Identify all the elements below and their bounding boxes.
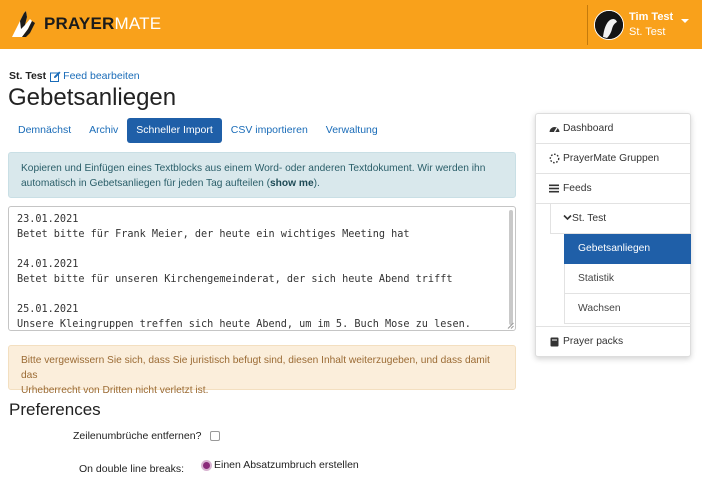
- remove-linebreaks-row: Zeilenumbrüche entfernen?: [73, 430, 221, 442]
- sidebar-item-groups[interactable]: PrayerMate Gruppen: [536, 144, 690, 174]
- sidebar-item-grow[interactable]: Wachsen: [564, 294, 691, 324]
- sidebar-item-label: PrayerMate Gruppen: [563, 153, 660, 164]
- tab-csv-import[interactable]: CSV importieren: [222, 118, 317, 143]
- sidebar-item-label: Dashboard: [563, 123, 614, 134]
- edit-feed-link[interactable]: Feed bearbeiten: [50, 70, 140, 82]
- caret-down-icon: [681, 19, 690, 23]
- feed-owner: St. Test: [9, 70, 47, 82]
- sidebar-item-prayer-packs[interactable]: Prayer packs: [536, 326, 690, 356]
- user-menu[interactable]: Tim Test St. Test: [587, 5, 702, 45]
- tab-upcoming[interactable]: Demnächst: [9, 118, 80, 143]
- remove-linebreaks-checkbox[interactable]: [210, 431, 221, 441]
- praying-hands-logo-icon: [12, 11, 35, 37]
- sidebar-item-label: Statistik: [578, 273, 615, 284]
- info-line-2-pre: automatisch in Gebetsanliegen für jeden …: [21, 178, 271, 189]
- dashboard-icon: [548, 124, 560, 133]
- copyright-warning: Bitte vergewissern Sie sich, dass Sie ju…: [8, 345, 516, 396]
- sidebar-item-label: Prayer packs: [563, 336, 624, 347]
- info-line-1: Kopieren und Einfügen eines Textblocks a…: [21, 163, 486, 174]
- info-alert: Kopieren und Einfügen eines Textblocks a…: [8, 152, 516, 198]
- resize-grip-icon[interactable]: [507, 322, 514, 329]
- sidebar-item-label: Feeds: [563, 183, 592, 194]
- user-feed-name: St. Test: [629, 26, 666, 38]
- info-line-2: automatisch in Gebetsanliegen für jeden …: [21, 176, 503, 191]
- brand-name-bold: PRAYER: [44, 14, 115, 33]
- tab-quick-import[interactable]: Schneller Import: [127, 118, 222, 143]
- double-linebreaks-label: On double line breaks:: [79, 463, 185, 475]
- tab-bar: Demnächst Archiv Schneller Import CSV im…: [9, 118, 387, 143]
- spinner-icon: [548, 153, 560, 164]
- edit-feed-label: Feed bearbeiten: [63, 70, 140, 82]
- warning-line-2: Urheberrecht von Dritten nicht verletzt …: [21, 385, 209, 396]
- brand-name: PRAYERMATE: [44, 14, 161, 34]
- prayermate-logo[interactable]: PRAYERMATE: [8, 6, 161, 42]
- sidebar-item-prayer-requests[interactable]: Gebetsanliegen: [564, 234, 691, 264]
- sidebar-item-label: Wachsen: [578, 303, 621, 314]
- sidebar-item-label: St. Test: [572, 213, 607, 224]
- tab-archive[interactable]: Archiv: [80, 118, 127, 143]
- textarea-scrollbar[interactable]: [509, 210, 513, 325]
- edit-icon: [50, 71, 61, 82]
- sidebar-item-dashboard[interactable]: Dashboard: [536, 114, 690, 144]
- import-textarea[interactable]: 23.01.2021 Betet bitte für Frank Meier, …: [8, 206, 516, 331]
- page-title: Gebetsanliegen: [8, 84, 177, 111]
- info-line-2-post: ).: [313, 178, 320, 189]
- sidebar-item-label: Gebetsanliegen: [578, 243, 651, 254]
- book-icon: [548, 337, 560, 347]
- avatar: [594, 10, 624, 40]
- show-me-link[interactable]: show me: [270, 178, 314, 189]
- paragraph-break-label: Einen Absatzumbruch erstellen: [214, 459, 359, 471]
- import-textarea-content[interactable]: 23.01.2021 Betet bitte für Frank Meier, …: [9, 207, 515, 330]
- sidebar-item-feeds[interactable]: Feeds: [536, 174, 690, 204]
- breadcrumb: St. Test Feed bearbeiten: [9, 70, 140, 82]
- sidebar-menu: Dashboard PrayerMate Gruppen Feeds St. T…: [535, 113, 691, 357]
- chevron-down-icon: [563, 213, 572, 224]
- sidebar-item-feed-st-test[interactable]: St. Test: [550, 204, 690, 234]
- tab-management[interactable]: Verwaltung: [317, 118, 387, 143]
- user-name: Tim Test: [629, 11, 674, 23]
- double-linebreaks-option[interactable]: Einen Absatzumbruch erstellen: [201, 459, 359, 471]
- user-avatar-icon: [595, 11, 623, 39]
- brand-name-light: MATE: [114, 14, 162, 33]
- paragraph-break-radio[interactable]: [201, 459, 212, 471]
- sidebar-item-statistics[interactable]: Statistik: [564, 264, 691, 294]
- list-icon: [548, 184, 560, 193]
- warning-line-1: Bitte vergewissern Sie sich, dass Sie ju…: [21, 355, 490, 381]
- remove-linebreaks-label: Zeilenumbrüche entfernen?: [73, 430, 202, 442]
- preferences-heading: Preferences: [9, 400, 101, 419]
- top-navbar: PRAYERMATE Tim Test St. Test: [0, 0, 702, 49]
